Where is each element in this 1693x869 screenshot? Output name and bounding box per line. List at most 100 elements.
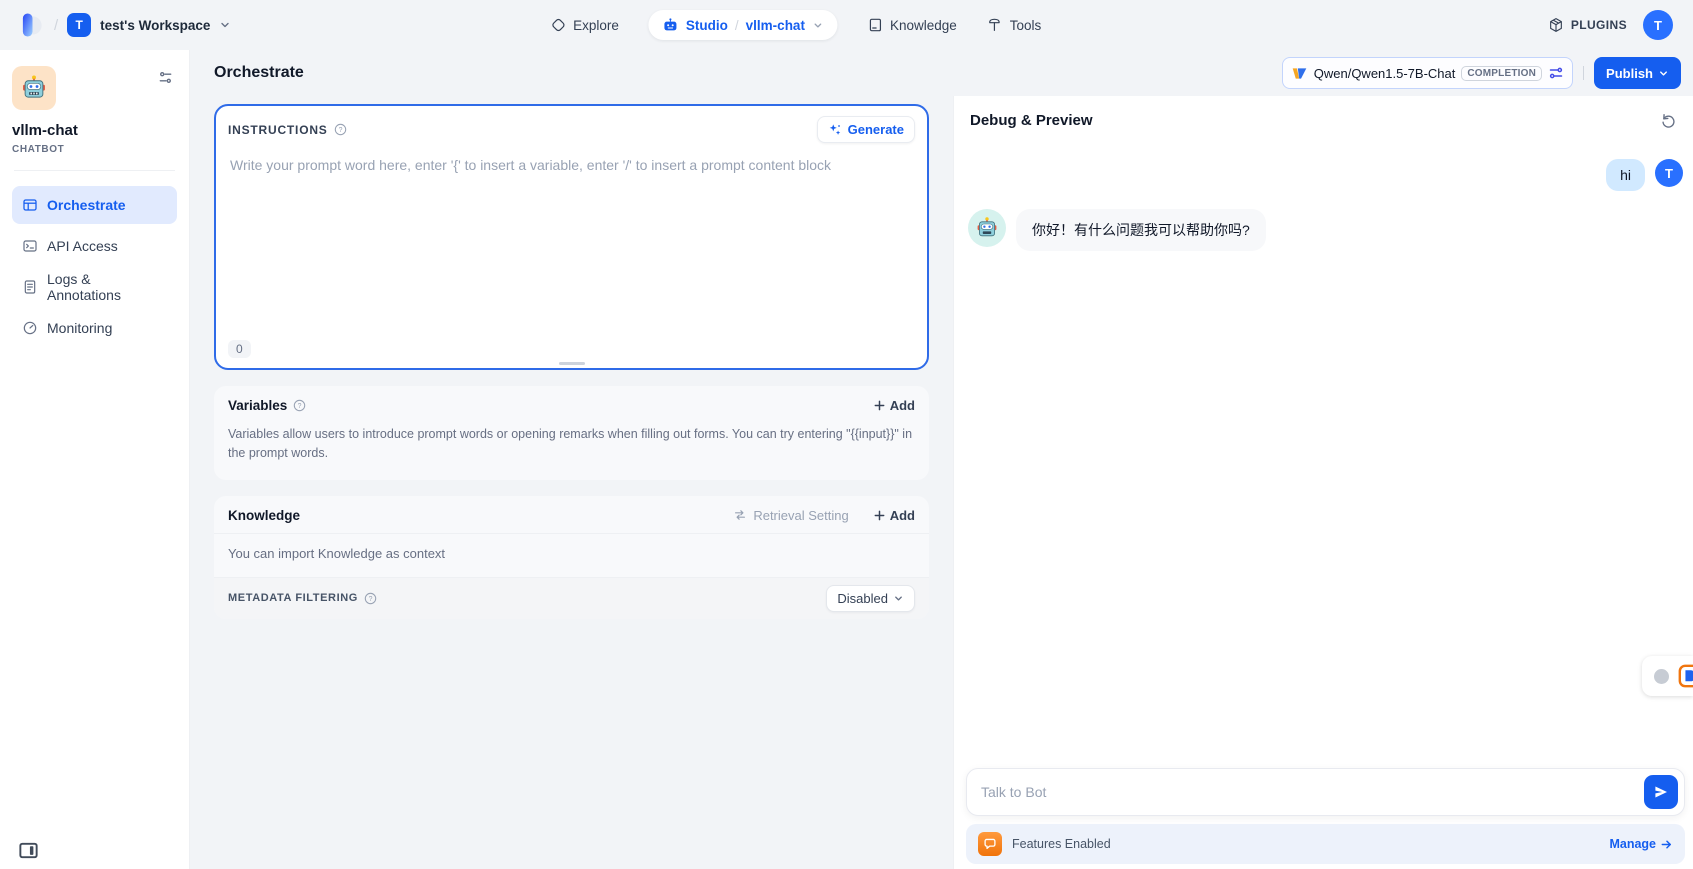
nav-knowledge[interactable]: Knowledge (867, 17, 957, 33)
debug-header: Debug & Preview (954, 96, 1693, 139)
sidebar-item-api-access[interactable]: API Access (12, 227, 177, 265)
model-selector[interactable]: Qwen/Qwen1.5-7B-Chat COMPLETION (1282, 57, 1573, 89)
knowledge-title: Knowledge (228, 508, 300, 523)
topbar-right: Qwen/Qwen1.5-7B-Chat COMPLETION Publish (1282, 57, 1681, 89)
add-knowledge-button[interactable]: Add (873, 508, 915, 523)
app-sidebar: vllm-chat CHATBOT Orchestrate API Access… (0, 50, 190, 869)
manage-label: Manage (1609, 837, 1656, 851)
features-icon (978, 832, 1002, 856)
generate-label: Generate (848, 122, 904, 137)
main-area: Orchestrate Qwen/Qwen1.5-7B-Chat COMPLET… (190, 50, 1693, 869)
prompt-editor[interactable] (216, 147, 927, 340)
features-label: Features Enabled (1012, 837, 1111, 851)
user-message-bubble: hi (1606, 159, 1645, 191)
workspace-switcher[interactable]: / T test's Workspace (20, 12, 231, 38)
topbar-divider (1583, 66, 1584, 80)
model-mode-badge: COMPLETION (1461, 66, 1542, 81)
svg-text:?: ? (369, 596, 373, 603)
sidebar-item-monitoring[interactable]: Monitoring (12, 309, 177, 347)
instructions-card: INSTRUCTIONS ? Generate 0 (214, 104, 929, 370)
page-title: Orchestrate (214, 64, 304, 82)
nav-explore-label: Explore (573, 18, 619, 33)
content-columns: INSTRUCTIONS ? Generate 0 (190, 96, 1693, 869)
help-circle-icon[interactable]: ? (293, 399, 306, 412)
workspace-name: test's Workspace (100, 18, 210, 33)
debug-title: Debug & Preview (970, 112, 1093, 129)
variables-title: Variables (228, 398, 287, 413)
svg-text:?: ? (338, 127, 342, 134)
add-variable-button[interactable]: Add (873, 398, 915, 413)
sidebar-item-label: API Access (47, 238, 118, 254)
chevron-down-icon (893, 593, 904, 604)
vllm-logo-icon (1291, 65, 1308, 82)
metadata-filtering-row: METADATA FILTERING ? Disabled (214, 577, 929, 619)
retrieval-icon (733, 508, 747, 522)
sidebar-item-label: Orchestrate (47, 197, 126, 213)
chat-area: hi T (954, 139, 1693, 760)
dify-app-page: / T test's Workspace Explore Studio / vl… (0, 0, 1693, 869)
extension-icon (1678, 664, 1693, 688)
variables-description: Variables allow users to introduce promp… (214, 423, 929, 480)
nav-tools[interactable]: Tools (987, 17, 1042, 33)
send-button[interactable] (1644, 775, 1678, 809)
plugins-button[interactable]: PLUGINS (1548, 17, 1627, 33)
workspace-avatar: T (67, 13, 91, 37)
generate-button[interactable]: Generate (817, 116, 915, 143)
char-count: 0 (228, 340, 251, 358)
knowledge-description: You can import Knowledge as context (214, 533, 929, 577)
model-params-icon[interactable] (1548, 65, 1564, 81)
publish-label: Publish (1606, 66, 1653, 81)
terminal-icon (22, 238, 38, 254)
nav-explore[interactable]: Explore (550, 17, 619, 33)
top-header: / T test's Workspace Explore Studio / vl… (0, 0, 1693, 50)
variables-header: Variables ? Add (214, 386, 929, 423)
app-settings-icon[interactable] (154, 66, 177, 89)
sidebar-item-logs-annotations[interactable]: Logs & Annotations (12, 268, 177, 306)
app-icon[interactable] (12, 66, 56, 110)
app-name: vllm-chat (12, 122, 177, 139)
nav-separator: / (735, 18, 739, 33)
chevron-down-icon (219, 19, 231, 31)
plugins-label: PLUGINS (1571, 18, 1627, 32)
book-icon (867, 17, 883, 33)
robot-emoji-icon (20, 74, 48, 102)
metadata-filtering-title: METADATA FILTERING (228, 592, 358, 604)
resize-handle[interactable] (559, 362, 585, 365)
sidebar-app-header (12, 66, 177, 110)
chat-input[interactable] (966, 768, 1685, 816)
user-avatar[interactable]: T (1643, 10, 1673, 40)
main-nav: Explore Studio / vllm-chat Knowledge (550, 10, 1041, 40)
help-circle-icon[interactable]: ? (364, 592, 377, 605)
sidebar-item-orchestrate[interactable]: Orchestrate (12, 186, 177, 224)
hammer-icon (987, 17, 1003, 33)
plus-icon (873, 509, 886, 522)
variables-card: Variables ? Add Variables allow users to… (214, 386, 929, 480)
window-layout-icon (22, 197, 38, 213)
help-circle-icon[interactable]: ? (334, 123, 347, 136)
restart-conversation-icon[interactable] (1660, 112, 1677, 129)
chevron-down-icon (1658, 68, 1669, 79)
orchestrate-config-column: INSTRUCTIONS ? Generate 0 (190, 96, 953, 869)
nav-studio-label: Studio (686, 18, 728, 33)
chat-message-bot: 你好！有什么问题我可以帮助你吗? (968, 209, 1683, 251)
knowledge-card: Knowledge Retrieval Setting Add (214, 496, 929, 619)
chat-input-wrap (966, 768, 1685, 816)
nav-studio-current-app[interactable]: Studio / vllm-chat (649, 10, 837, 40)
floating-extension-widget[interactable] (1642, 656, 1693, 696)
manage-features-link[interactable]: Manage (1609, 837, 1673, 851)
sidebar-item-label: Logs & Annotations (47, 271, 167, 303)
arrow-right-icon (1660, 838, 1673, 851)
package-icon (1548, 17, 1564, 33)
log-document-icon (22, 279, 38, 295)
page-topbar: Orchestrate Qwen/Qwen1.5-7B-Chat COMPLET… (190, 50, 1693, 96)
features-bar: Features Enabled Manage (966, 824, 1685, 864)
bot-message-bubble: 你好！有什么问题我可以帮助你吗? (1016, 209, 1266, 251)
metadata-filtering-select[interactable]: Disabled (826, 585, 915, 612)
gauge-icon (22, 320, 38, 336)
svg-text:?: ? (298, 403, 302, 410)
nav-current-app-label: vllm-chat (746, 18, 805, 33)
collapse-panel-button[interactable] (17, 839, 40, 862)
retrieval-setting-button[interactable]: Retrieval Setting (733, 508, 848, 523)
publish-button[interactable]: Publish (1594, 57, 1681, 89)
robot-emoji-icon (975, 216, 999, 240)
